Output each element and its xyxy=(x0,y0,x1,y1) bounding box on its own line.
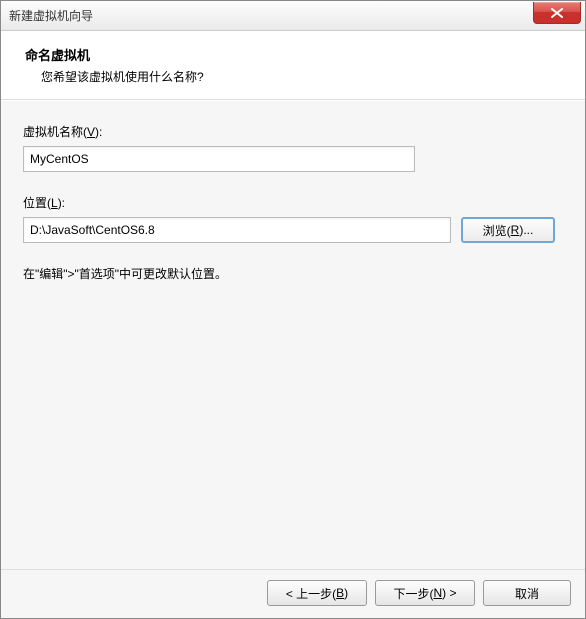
header-title: 命名虚拟机 xyxy=(25,45,567,64)
hint-text: 在"编辑">"首选项"中可更改默认位置。 xyxy=(23,265,567,282)
wizard-body: 虚拟机名称(V): 位置(L): 浏览(R)... 在"编辑">"首选项"中可更… xyxy=(1,100,585,569)
browse-button[interactable]: 浏览(R)... xyxy=(461,217,555,243)
header-subtitle: 您希望该虚拟机使用什么名称? xyxy=(25,68,567,85)
vm-name-label: 虚拟机名称(V): xyxy=(23,123,567,140)
cancel-button[interactable]: 取消 xyxy=(483,580,571,606)
close-button[interactable] xyxy=(533,2,581,24)
location-label: 位置(L): xyxy=(23,194,567,211)
next-button[interactable]: 下一步(N) > xyxy=(375,580,475,606)
titlebar: 新建虚拟机向导 xyxy=(1,1,585,31)
location-input[interactable] xyxy=(23,217,451,243)
vm-name-input[interactable] xyxy=(23,146,415,172)
close-icon xyxy=(551,8,563,18)
back-button[interactable]: < 上一步(B) xyxy=(267,580,367,606)
wizard-footer: < 上一步(B) 下一步(N) > 取消 xyxy=(1,569,585,618)
wizard-window: 新建虚拟机向导 命名虚拟机 您希望该虚拟机使用什么名称? 虚拟机名称(V): 位… xyxy=(0,0,586,619)
window-title: 新建虚拟机向导 xyxy=(9,7,93,24)
wizard-header: 命名虚拟机 您希望该虚拟机使用什么名称? xyxy=(1,31,585,100)
